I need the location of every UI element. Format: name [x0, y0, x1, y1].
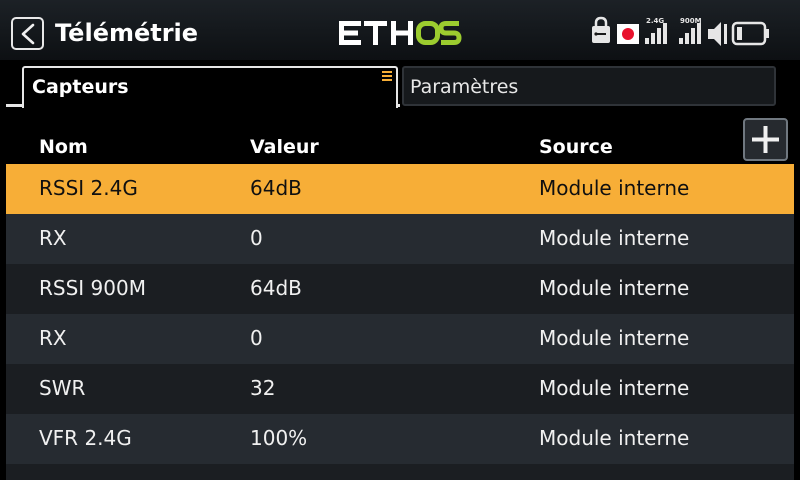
- sensor-value: 100%: [250, 426, 308, 450]
- tab-capteurs[interactable]: Capteurs: [22, 66, 398, 108]
- table-row-partial: [6, 464, 794, 480]
- sensor-value: 64dB: [250, 276, 302, 300]
- sensor-name: VFR 2.4G: [39, 426, 132, 450]
- table-row[interactable]: RX 0 Module interne: [6, 314, 794, 364]
- back-chevron-icon: [21, 23, 35, 45]
- usb-lock-icon: [592, 16, 610, 43]
- sensor-source: Module interne: [539, 276, 690, 300]
- column-header-nom: Nom: [39, 136, 88, 158]
- table-row[interactable]: RSSI 2.4G 64dB Module interne: [6, 164, 794, 214]
- sensor-name: RSSI 900M: [39, 276, 146, 300]
- column-header-valeur: Valeur: [250, 136, 319, 158]
- sensor-value: 0: [250, 326, 263, 350]
- volume-icon: [708, 22, 727, 46]
- battery-icon: [731, 21, 769, 46]
- menu-icon[interactable]: [382, 71, 392, 81]
- sensor-value: 32: [250, 376, 276, 400]
- sensor-name: RX: [39, 226, 67, 250]
- page-title: Télémétrie: [55, 19, 199, 47]
- sensor-name: SWR: [39, 376, 86, 400]
- tab-capteurs-label: Capteurs: [32, 76, 129, 98]
- signal-900m-icon: 900M: [679, 17, 702, 44]
- sensor-name: RX: [39, 326, 67, 350]
- sensor-value: 0: [250, 226, 263, 250]
- signal-2.4g-icon: 2.4G: [645, 17, 667, 44]
- plus-icon: [752, 126, 779, 153]
- sensor-source: Module interne: [539, 376, 690, 400]
- table-row[interactable]: VFR 2.4G 100% Module interne: [6, 414, 794, 464]
- sensor-name: RSSI 2.4G: [39, 176, 138, 200]
- top-bar: Télémétrie 2.4G 900M: [0, 0, 800, 60]
- table-row[interactable]: SWR 32 Module interne: [6, 364, 794, 414]
- signal-band1-label: 2.4G: [646, 17, 664, 25]
- sensor-source: Module interne: [539, 426, 690, 450]
- table-row[interactable]: RX 0 Module interne: [6, 214, 794, 264]
- record-icon: [617, 24, 639, 44]
- sensor-source: Module interne: [539, 176, 690, 200]
- add-sensor-button[interactable]: [743, 118, 788, 161]
- sensor-source: Module interne: [539, 326, 690, 350]
- column-header-source: Source: [539, 136, 613, 158]
- sensor-source: Module interne: [539, 226, 690, 250]
- status-icons: 2.4G 900M: [592, 16, 769, 46]
- back-button[interactable]: [11, 17, 44, 50]
- table-row[interactable]: RSSI 900M 64dB Module interne: [6, 264, 794, 314]
- ethos-logo: [339, 21, 462, 45]
- sensor-value: 64dB: [250, 176, 302, 200]
- tab-parametres[interactable]: Paramètres: [402, 66, 776, 106]
- tab-parametres-label: Paramètres: [410, 76, 519, 98]
